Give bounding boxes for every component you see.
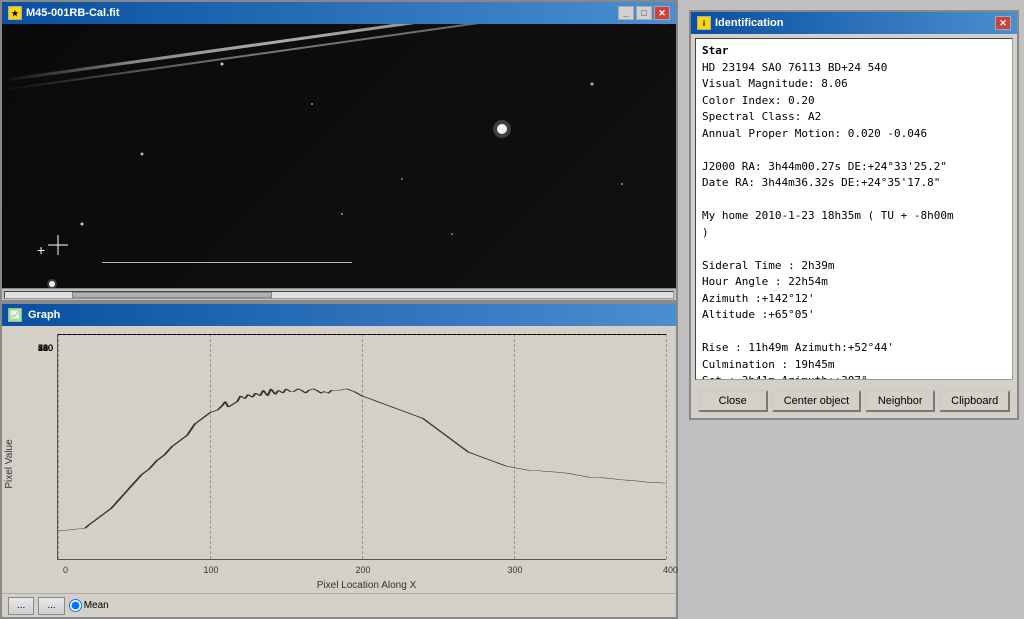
id-home: My home 2010-1-23 18h35m ( TU + -8h00m: [702, 208, 1006, 225]
scrollbar-thumb[interactable]: [72, 292, 272, 298]
id-j2000-ra: J2000 RA: 3h44m00.27s DE:+24°33'25.2": [702, 159, 1006, 176]
mean-radio-label: Mean: [69, 599, 109, 612]
image-content[interactable]: [2, 24, 676, 288]
graph-bottom-btn-2[interactable]: ...: [38, 597, 64, 615]
scrollbar-track[interactable]: [4, 291, 674, 299]
id-hour-angle: Hour Angle : 22h54m: [702, 274, 1006, 291]
graph-window-icon: 📈: [8, 308, 22, 322]
x-tick-300: 300: [507, 565, 522, 575]
id-content-area[interactable]: Star HD 23194 SAO 76113 BD+24 540 Visual…: [695, 38, 1013, 380]
id-button-row: Close Center object Neighbor Clipboard: [691, 384, 1017, 418]
graph-line-svg: [58, 334, 666, 559]
id-spectral: Spectral Class: A2: [702, 109, 1006, 126]
id-color: Color Index: 0.20: [702, 93, 1006, 110]
chart-inner: 100 200 300 0 400: [57, 334, 666, 560]
close-button[interactable]: Close: [698, 390, 768, 412]
main-image-window: ★ M45-001RB-Cal.fit _ □ ✕: [0, 0, 678, 302]
id-home2: ): [702, 225, 1006, 242]
id-star-label: Star: [702, 43, 1006, 60]
main-horizontal-scrollbar[interactable]: [2, 288, 676, 300]
id-azimuth: Azimuth :+142°12': [702, 291, 1006, 308]
id-date-ra: Date RA: 3h44m36.32s DE:+24°35'17.8": [702, 175, 1006, 192]
cursor-icon: [48, 235, 68, 255]
y-tick-880: 880: [38, 343, 53, 353]
titlebar-title-group: ★ M45-001RB-Cal.fit: [8, 6, 120, 20]
y-axis-label: Pixel Value: [4, 439, 15, 488]
measurement-line: [102, 262, 352, 263]
graph-area: 80 240 400 560 720 880 Pixel Value 100: [2, 326, 676, 593]
x-tick-100: 100: [203, 565, 218, 575]
id-window-icon: i: [697, 16, 711, 30]
x-tick-0: 0: [63, 565, 68, 575]
id-proper-motion: Annual Proper Motion: 0.020 -0.046: [702, 126, 1006, 143]
id-culmination: Culmination : 19h45m: [702, 357, 1006, 374]
main-minimize-btn[interactable]: _: [618, 6, 634, 20]
graph-titlebar: 📈 Graph: [2, 304, 676, 326]
graph-bottom-btn-1[interactable]: ...: [8, 597, 34, 615]
x-tick-400: 400: [663, 565, 678, 575]
cursor-crosshair: [37, 235, 68, 258]
id-set: Set : 3h41m Azimuth:+307°: [702, 373, 1006, 380]
id-rise: Rise : 11h49m Azimuth:+52°44': [702, 340, 1006, 357]
clipboard-button[interactable]: Clipboard: [939, 390, 1010, 412]
main-titlebar-buttons: _ □ ✕: [618, 6, 670, 20]
grid-v-400: 400: [666, 334, 667, 559]
main-titlebar: ★ M45-001RB-Cal.fit _ □ ✕: [2, 2, 676, 24]
id-titlebar-left: i Identification: [697, 16, 783, 30]
identification-window: i Identification ✕ Star HD 23194 SAO 761…: [689, 10, 1019, 420]
main-window-icon: ★: [8, 6, 22, 20]
main-window-title: M45-001RB-Cal.fit: [26, 7, 120, 19]
mean-radio-text: Mean: [84, 600, 109, 611]
id-sideral: Sideral Time : 2h39m: [702, 258, 1006, 275]
stars-svg: [2, 24, 676, 288]
chart-container: 100 200 300 0 400: [57, 334, 676, 593]
x-axis-label: Pixel Location Along X: [57, 580, 676, 593]
graph-window-title: Graph: [28, 309, 60, 321]
id-window-title: Identification: [715, 17, 783, 29]
id-info-line1: HD 23194 SAO 76113 BD+24 540: [702, 60, 1006, 77]
graph-window: 📈 Graph 80 240 400 560 720 880 Pixel Val…: [0, 302, 678, 619]
id-titlebar: i Identification ✕: [691, 12, 1017, 34]
id-visual-mag: Visual Magnitude: 8.06: [702, 76, 1006, 93]
star-field: [2, 24, 676, 288]
neighbor-button[interactable]: Neighbor: [865, 390, 935, 412]
id-titlebar-buttons: ✕: [995, 16, 1011, 30]
center-object-button[interactable]: Center object: [772, 390, 861, 412]
mean-radio[interactable]: [69, 599, 82, 612]
id-close-btn[interactable]: ✕: [995, 16, 1011, 30]
main-maximize-btn[interactable]: □: [636, 6, 652, 20]
graph-bottom-toolbar: ... ... Mean: [2, 593, 676, 617]
main-close-btn[interactable]: ✕: [654, 6, 670, 20]
y-axis-section: 80 240 400 560 720 880 Pixel Value: [2, 334, 57, 593]
x-tick-200: 200: [355, 565, 370, 575]
id-altitude: Altitude :+65°05': [702, 307, 1006, 324]
